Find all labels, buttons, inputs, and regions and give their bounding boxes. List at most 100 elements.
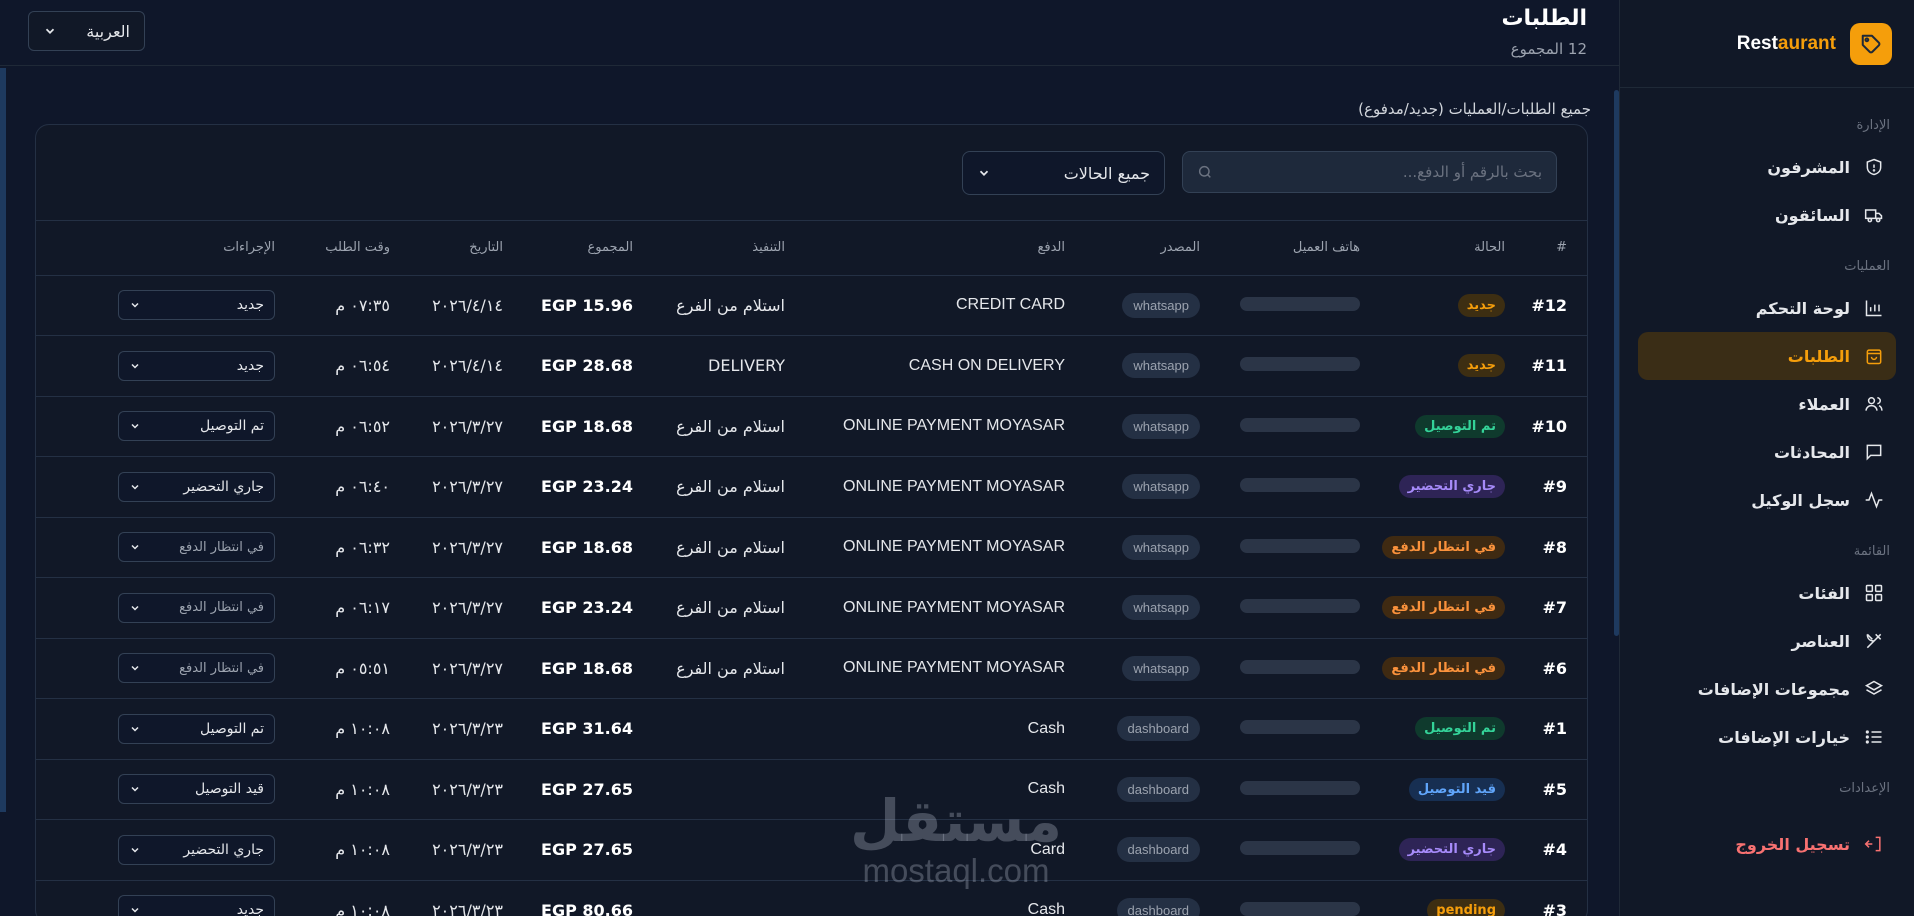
source-cell: whatsapp	[1075, 275, 1210, 336]
status-action-select[interactable]: جديد	[118, 350, 275, 381]
source-cell: dashboard	[1075, 880, 1210, 916]
status-action-select[interactable]: في انتظار الدفع	[118, 592, 275, 623]
redacted-phone	[1240, 841, 1360, 856]
column-header-phone[interactable]: هاتف العميل	[1210, 221, 1370, 276]
redacted-phone	[1240, 720, 1360, 735]
search-input[interactable]: بحث بالرقم أو الدفع...	[1182, 151, 1557, 193]
table-row[interactable]: #12 جديد whatsapp CREDIT CARD استلام من الفر…	[36, 275, 1587, 336]
table-row[interactable]: #10 تم التوصيل whatsapp ONLINE PAYMENT MOYA…	[36, 396, 1587, 457]
status-action-select[interactable]: جديد	[118, 290, 275, 321]
order-id[interactable]: #12	[1515, 275, 1587, 336]
status-badge: تم التوصيل	[1415, 717, 1505, 741]
order-id[interactable]: #11	[1515, 335, 1587, 397]
table-row[interactable]: #11 جديد whatsapp CASH ON DELIVERY DELIVERY E…	[36, 335, 1587, 397]
order-id[interactable]: #9	[1515, 456, 1587, 518]
payment-cell: Cash	[795, 880, 1075, 916]
table-row[interactable]: #5 قيد التوصيل dashboard Cash EGP 27.65 ٢٠٢٦/…	[36, 759, 1587, 820]
fulfillment-cell: استلام من الفرع	[643, 517, 795, 578]
column-header-total[interactable]: المجموع	[513, 221, 643, 276]
status-cell: تم التوصيل	[1370, 396, 1515, 457]
order-id[interactable]: #10	[1515, 396, 1587, 457]
chevron-down-icon	[131, 726, 139, 732]
table-row[interactable]: #9 جاري التحضير whatsapp ONLINE PAYMENT MOY…	[36, 456, 1587, 518]
status-badge: جديد	[1457, 354, 1505, 378]
table-row[interactable]: #3 pending dashboard Cash EGP 80.66 ٢٠٢٦/٣/٢٣…	[36, 880, 1587, 916]
order-id[interactable]: #6	[1515, 638, 1587, 699]
table-row[interactable]: #4 جاري التحضير dashboard Card EGP 27.65 ٢٠٢٦…	[36, 819, 1587, 881]
status-action-select[interactable]: في انتظار الدفع	[118, 653, 275, 684]
table-row[interactable]: #1 تم التوصيل dashboard Cash EGP 31.64 ٢٠٢٦/٣…	[36, 698, 1587, 760]
column-header-fulfillment[interactable]: التنفيذ	[643, 221, 795, 276]
language-select[interactable]: العربية	[28, 11, 145, 51]
column-header-time[interactable]: وقت الطلب	[285, 221, 400, 276]
table-row[interactable]: #8 في انتظار الدفع whatsapp ONLINE PAYMENT …	[36, 517, 1587, 578]
status-action-select[interactable]: تم التوصيل	[118, 411, 275, 442]
status-action-value: في انتظار الدفع	[179, 539, 264, 555]
redacted-phone	[1240, 357, 1360, 372]
status-action-select[interactable]: تم التوصيل	[118, 713, 275, 744]
status-action-select[interactable]: جاري التحضير	[118, 834, 275, 865]
sidebar-item-orders[interactable]: الطلبات	[1638, 332, 1896, 380]
status-action-value: جديد	[236, 357, 264, 374]
column-header-status[interactable]: الحالة	[1370, 221, 1515, 276]
phone-cell	[1210, 698, 1370, 760]
order-id[interactable]: #4	[1515, 819, 1587, 881]
scrollbar-left[interactable]	[0, 68, 6, 812]
status-action-select[interactable]: قيد التوصيل	[118, 774, 275, 805]
source-cell: whatsapp	[1075, 577, 1210, 639]
source-cell: dashboard	[1075, 819, 1210, 881]
column-header-number[interactable]: #	[1515, 221, 1587, 276]
sidebar-item-supervisors[interactable]: المشرفون	[1638, 143, 1896, 191]
column-header-payment[interactable]: الدفع	[795, 221, 1075, 276]
actions-cell: جديد	[36, 275, 285, 336]
status-badge: في انتظار الدفع	[1382, 596, 1505, 620]
users-icon	[1865, 397, 1883, 411]
scrollbar[interactable]	[1614, 90, 1619, 636]
sidebar-item-items[interactable]: العناصر	[1638, 617, 1896, 665]
phone-cell	[1210, 456, 1370, 518]
nav-section-title: العمليات	[1844, 259, 1890, 274]
source-cell: whatsapp	[1075, 335, 1210, 397]
date-cell: ٢٠٢٦/٣/٢٣	[400, 698, 513, 760]
order-id[interactable]: #8	[1515, 517, 1587, 578]
sidebar-item-label: الفئات	[1798, 583, 1850, 603]
status-badge: pending	[1427, 898, 1505, 916]
source-badge: whatsapp	[1122, 292, 1200, 318]
tag-icon[interactable]	[1850, 22, 1892, 65]
status-action-select[interactable]: جاري التحضير	[118, 471, 275, 502]
order-id[interactable]: #7	[1515, 577, 1587, 639]
source-badge: dashboard	[1116, 716, 1200, 742]
utensils-icon	[1866, 633, 1882, 649]
status-filter-value: جميع الحالات	[1063, 163, 1150, 183]
status-action-select[interactable]: في انتظار الدفع	[118, 532, 275, 563]
table-row[interactable]: #7 في انتظار الدفع whatsapp ONLINE PAYMENT …	[36, 577, 1587, 639]
status-cell: جديد	[1370, 335, 1515, 397]
sidebar-item-categories[interactable]: الفئات	[1638, 569, 1896, 617]
order-id[interactable]: #1	[1515, 698, 1587, 760]
order-id[interactable]: #5	[1515, 759, 1587, 820]
column-header-date[interactable]: التاريخ	[400, 221, 513, 276]
column-header-source[interactable]: المصدر	[1075, 221, 1210, 276]
logout-button[interactable]: تسجيل الخروج	[1638, 820, 1896, 868]
status-action-value: جاري التحضير	[183, 478, 264, 495]
sidebar-item-drivers[interactable]: السائقون	[1638, 191, 1896, 239]
status-badge: في انتظار الدفع	[1382, 535, 1505, 559]
sidebar-item-dashboard[interactable]: لوحة التحكم	[1638, 284, 1896, 332]
sidebar-item-agent-log[interactable]: سجل الوكيل	[1638, 476, 1896, 524]
table-row[interactable]: #6 في انتظار الدفع whatsapp ONLINE PAYMENT …	[36, 638, 1587, 699]
actions-cell: في انتظار الدفع	[36, 517, 285, 578]
date-cell: ٢٠٢٦/٣/٢٧	[400, 456, 513, 518]
status-action-select[interactable]: جديد	[118, 895, 275, 916]
status-filter-select[interactable]: جميع الحالات	[962, 151, 1165, 195]
sidebar-item-addon-options[interactable]: خيارات الإضافات	[1638, 713, 1896, 761]
source-cell: whatsapp	[1075, 396, 1210, 457]
sidebar-item-customers[interactable]: العملاء	[1638, 380, 1896, 428]
phone-cell	[1210, 759, 1370, 820]
sidebar-item-conversations[interactable]: المحادثات	[1638, 428, 1896, 476]
sidebar-item-addon-groups[interactable]: مجموعات الإضافات	[1638, 665, 1896, 713]
source-badge: whatsapp	[1122, 353, 1200, 379]
order-id[interactable]: #3	[1515, 880, 1587, 916]
source-cell: whatsapp	[1075, 456, 1210, 518]
redacted-phone	[1240, 780, 1360, 795]
status-action-value: قيد التوصيل	[194, 781, 264, 798]
